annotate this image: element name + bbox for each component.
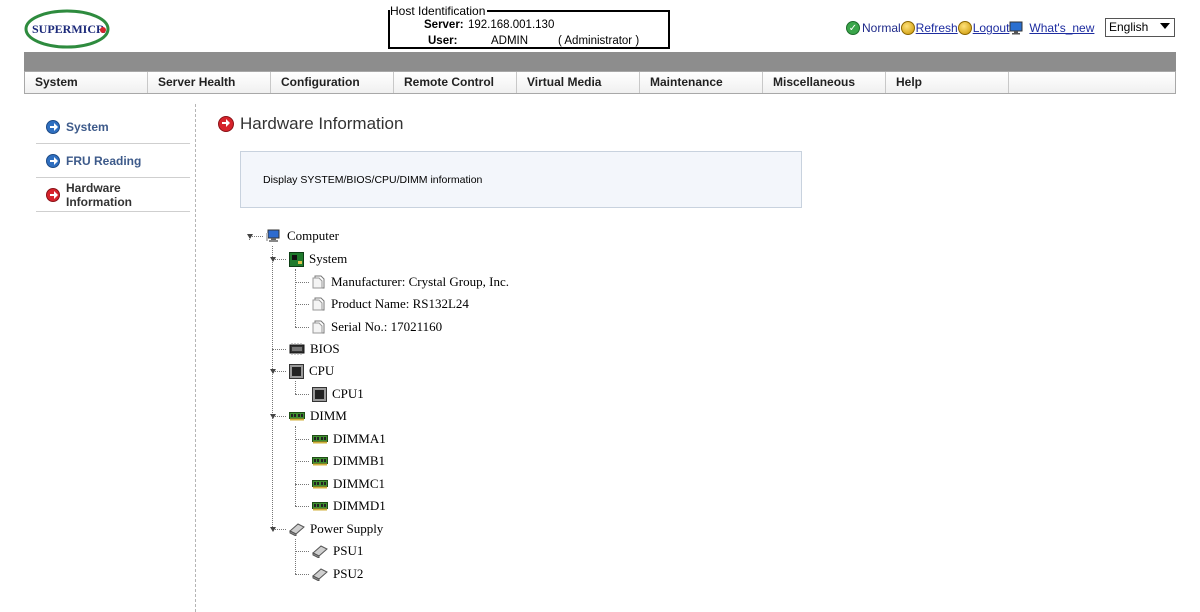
sidebar-divider [195, 104, 196, 612]
page-title: Hardware Information [218, 114, 403, 134]
document-icon [312, 297, 325, 311]
computer-icon [266, 229, 280, 242]
monitor-icon [1009, 21, 1023, 35]
header-actions: ✓ Normal Refresh Logout What's_new [846, 18, 1094, 38]
tree-node-dimm[interactable]: DIMM [289, 406, 347, 426]
server-label: Server: [424, 19, 464, 31]
tree-node-label: DIMMC1 [333, 476, 386, 491]
supermicro-logo: SUPERMICR [24, 8, 110, 50]
refresh-label[interactable]: Refresh [916, 21, 958, 35]
refresh-link[interactable]: Refresh [900, 21, 958, 35]
power-supply-icon [289, 523, 305, 536]
svg-text:SUPERMICR: SUPERMICR [32, 22, 105, 36]
description-box: Display SYSTEM/BIOS/CPU/DIMM information [240, 151, 802, 208]
logout-icon [957, 21, 972, 35]
logout-label[interactable]: Logout [973, 21, 1010, 35]
menu-help[interactable]: Help [886, 72, 1009, 93]
logout-link[interactable]: Logout [957, 21, 1010, 35]
tree-node-system[interactable]: System [289, 249, 347, 269]
tree-node-label: CPU [309, 363, 335, 378]
sidebar-item-system[interactable]: System [36, 110, 190, 144]
memory-module-icon [312, 502, 328, 511]
description-text: Display SYSTEM/BIOS/CPU/DIMM information [263, 174, 483, 186]
main-menu: System Server Health Configuration Remot… [24, 71, 1176, 94]
check-icon: ✓ [846, 21, 860, 35]
tree-node-label: DIMM [310, 408, 347, 423]
tree-node-label: Manufacturer: Crystal Group, Inc. [331, 274, 509, 289]
sidebar-item-label: System [66, 119, 109, 134]
menu-remote-control[interactable]: Remote Control [394, 72, 517, 93]
tree-node-dimmd1[interactable]: DIMMD1 [312, 496, 386, 516]
tree-node-power-supply[interactable]: Power Supply [289, 519, 383, 539]
tree-node-cpu[interactable]: CPU [289, 361, 334, 381]
tree-node-label: Power Supply [310, 521, 384, 536]
document-icon [312, 320, 325, 334]
tree-node-cpu1[interactable]: CPU1 [312, 384, 364, 404]
document-icon [312, 275, 325, 289]
language-select[interactable]: English [1105, 18, 1175, 37]
arrow-right-icon [46, 153, 60, 168]
tree-node-label: Computer [287, 228, 339, 243]
tree-node-dimma1[interactable]: DIMMA1 [312, 429, 386, 449]
tree-node-label: DIMMA1 [333, 431, 386, 446]
memory-module-icon [312, 480, 328, 489]
tree-node-computer[interactable]: Computer [266, 226, 339, 246]
tree-node-label: PSU2 [333, 566, 364, 581]
header-gray-band [24, 52, 1176, 71]
memory-module-icon [289, 412, 305, 421]
power-supply-icon [312, 568, 328, 581]
chip-icon [289, 363, 304, 379]
arrow-right-icon [46, 187, 60, 202]
tree-node-manufacturer[interactable]: Manufacturer: Crystal Group, Inc. [312, 272, 509, 292]
chip-icon [312, 386, 327, 402]
whats-new-link[interactable]: What's_new [1009, 21, 1094, 35]
menu-maintenance[interactable]: Maintenance [640, 72, 763, 93]
arrow-right-icon [46, 119, 60, 134]
host-identification-legend: Host Identification [390, 4, 488, 18]
memory-module-icon [312, 457, 328, 466]
arrow-right-icon [218, 116, 234, 132]
menu-virtual-media[interactable]: Virtual Media [517, 72, 640, 93]
sidebar-item-label: FRU Reading [66, 153, 142, 168]
chip-icon [289, 343, 305, 355]
motherboard-icon [289, 251, 304, 267]
tree-node-label: DIMMB1 [333, 453, 386, 468]
tree-node-label: Serial No.: 17021160 [331, 319, 443, 334]
sidebar-item-hardware-information[interactable]: Hardware Information [36, 178, 190, 212]
user-role: ( Administrator ) [558, 35, 640, 47]
menu-miscellaneous[interactable]: Miscellaneous [763, 72, 886, 93]
menu-system[interactable]: System [25, 72, 148, 93]
tree-node-dimmb1[interactable]: DIMMB1 [312, 451, 385, 471]
whats-new-label[interactable]: What's_new [1029, 21, 1094, 35]
power-supply-icon [312, 545, 328, 558]
page-title-text: Hardware Information [240, 114, 404, 133]
tree-node-label: PSU1 [333, 543, 364, 558]
tree-node-bios[interactable]: BIOS [289, 339, 340, 359]
tree-node-psu1[interactable]: PSU1 [312, 541, 363, 561]
chevron-down-icon [1160, 23, 1170, 29]
user-label: User: [428, 35, 458, 47]
tree-node-psu2[interactable]: PSU2 [312, 564, 363, 584]
server-value: 192.168.001.130 [468, 19, 555, 31]
language-value: English [1109, 20, 1149, 34]
tree-node-dimmc1[interactable]: DIMMC1 [312, 474, 385, 494]
menu-configuration[interactable]: Configuration [271, 72, 394, 93]
tree-node-label: CPU1 [332, 386, 364, 401]
tree-node-serial-no[interactable]: Serial No.: 17021160 [312, 317, 442, 337]
tree-node-label: Product Name: RS132L24 [331, 296, 469, 311]
tree-node-product-name[interactable]: Product Name: RS132L24 [312, 294, 469, 314]
status-indicator: ✓ Normal [846, 21, 901, 35]
tree-node-label: DIMMD1 [333, 498, 386, 513]
sidebar: System FRU Reading Hardware Information [36, 110, 190, 212]
status-text: Normal [862, 21, 901, 35]
tree-node-label: System [309, 251, 348, 266]
sidebar-item-fru-reading[interactable]: FRU Reading [36, 144, 190, 178]
user-value: ADMIN [491, 35, 529, 47]
memory-module-icon [312, 435, 328, 444]
refresh-icon [900, 21, 915, 35]
menu-server-health[interactable]: Server Health [148, 72, 271, 93]
tree-node-label: BIOS [310, 341, 340, 356]
host-identification-box: Host Identification Server: 192.168.001.… [388, 4, 670, 49]
sidebar-item-label: Hardware Information [66, 180, 132, 209]
